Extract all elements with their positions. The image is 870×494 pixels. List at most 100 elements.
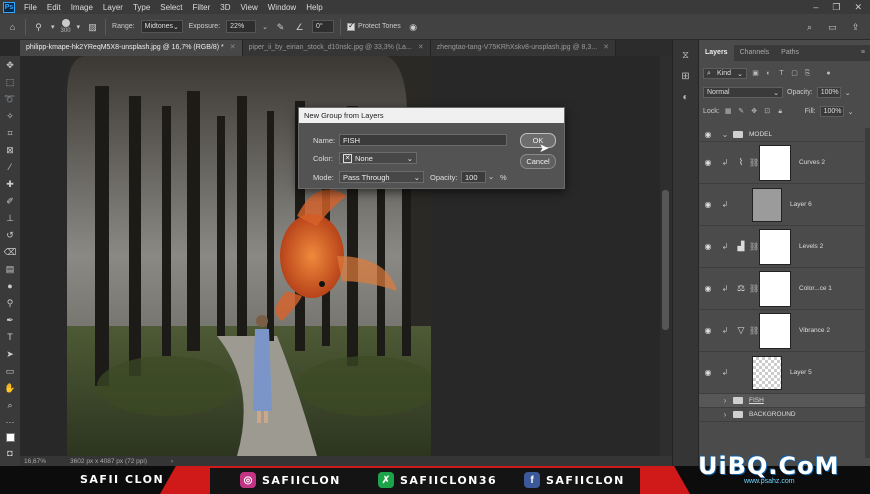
lasso-tool-icon[interactable]: ➰ [4, 93, 17, 105]
smart-object-filter-icon[interactable]: ⎘ [803, 69, 812, 78]
opacity-input[interactable]: 100 [461, 171, 486, 183]
layer-5[interactable]: ◉ ↲ Layer 5 [699, 352, 865, 394]
pixel-filter-icon[interactable]: ▣ [751, 69, 760, 78]
lock-pixels-icon[interactable]: ✎ [737, 107, 746, 116]
color-select[interactable]: ✕ None ⌄ [339, 152, 417, 164]
tab-document-1[interactable]: philipp-kmape-hk2YReqM5X8-unsplash.jpg @… [20, 40, 243, 56]
adjustment-filter-icon[interactable]: ◐ [764, 69, 773, 78]
close-tab-icon[interactable]: ✕ [230, 44, 236, 51]
move-tool-icon[interactable]: ✥ [4, 59, 17, 71]
type-filter-icon[interactable]: T [777, 69, 786, 78]
pen-tool-icon[interactable]: ✒ [4, 314, 17, 326]
tab-document-2[interactable]: piper_ii_by_eirian_stock_d10nslc.jpg @ 3… [242, 40, 431, 56]
exposure-field[interactable]: 22% [226, 20, 257, 33]
fill-field[interactable]: 100% [819, 106, 844, 117]
tab-channels[interactable]: Channels [734, 45, 776, 61]
ok-button[interactable]: OK [520, 133, 556, 148]
layer-group-fish[interactable]: › FISH [699, 394, 865, 408]
brush-tool-icon[interactable]: ✐ [4, 195, 17, 207]
status-chevron-icon[interactable]: › [171, 458, 173, 465]
layer-mask-thumbnail[interactable] [759, 228, 791, 265]
visibility-eye-icon[interactable]: ◉ [699, 200, 717, 209]
history-brush-tool-icon[interactable]: ↺ [4, 229, 17, 241]
history-panel-icon[interactable]: ⧖ [682, 50, 689, 61]
mode-select[interactable]: Pass Through ⌄ [339, 171, 424, 183]
type-tool-icon[interactable]: T [4, 331, 17, 343]
layer-vibrance-2[interactable]: ◉ ↲ ▽ ⛓ Vibrance 2 [699, 310, 865, 352]
dodge-tool-icon[interactable]: ⚲ [32, 21, 45, 33]
layer-thumbnail[interactable] [752, 355, 782, 390]
hand-tool-icon[interactable]: ✋ [4, 382, 17, 394]
quick-mask-icon[interactable]: ◘ [4, 447, 17, 459]
range-select[interactable]: Midtones ⌄ [140, 20, 183, 33]
filter-toggle-icon[interactable]: ● [824, 69, 833, 78]
healing-brush-tool-icon[interactable]: ✚ [4, 178, 17, 190]
lock-transparency-icon[interactable]: ▦ [724, 107, 733, 116]
lock-position-icon[interactable]: ✥ [750, 107, 759, 116]
menu-layer[interactable]: Layer [98, 3, 128, 12]
crop-tool-icon[interactable]: ⌗ [4, 127, 17, 139]
menu-help[interactable]: Help [301, 3, 327, 12]
menu-image[interactable]: Image [66, 3, 98, 12]
visibility-eye-icon[interactable]: ◉ [699, 284, 717, 293]
layers-scrollbar[interactable] [865, 128, 870, 458]
eraser-tool-icon[interactable]: ⌫ [4, 246, 17, 258]
workspace-icon[interactable]: ▭ [826, 21, 839, 33]
clone-stamp-tool-icon[interactable]: ⊥ [4, 212, 17, 224]
tab-document-3[interactable]: zhengtao-tang-V75KRhXskv8-unsplash.jpg @… [430, 40, 616, 56]
menu-view[interactable]: View [236, 3, 263, 12]
kind-filter-select[interactable]: ⌕ Kind ⌄ [703, 68, 747, 79]
visibility-eye-icon[interactable]: ◉ [699, 130, 717, 139]
lock-all-icon[interactable]: 🔒︎ [776, 107, 785, 116]
layer-mask-thumbnail[interactable] [759, 144, 791, 181]
link-chain-icon[interactable]: ⛓ [749, 158, 759, 167]
marquee-tool-icon[interactable]: ⬚ [4, 76, 17, 88]
pressure-size-icon[interactable]: ◉ [407, 21, 420, 33]
brush-settings-icon[interactable]: ▨ [86, 21, 99, 33]
brush-size-picker[interactable]: 300 [61, 19, 71, 34]
eyedropper-tool-icon[interactable]: ⁄ [4, 161, 17, 173]
share-icon[interactable]: ⇪ [849, 21, 862, 33]
quick-select-tool-icon[interactable]: ✧ [4, 110, 17, 122]
visibility-eye-icon[interactable]: ◉ [699, 242, 717, 251]
visibility-eye-icon[interactable]: ◉ [699, 368, 717, 377]
airbrush-icon[interactable]: ✎ [274, 21, 287, 33]
properties-panel-icon[interactable]: ⊞ [681, 71, 689, 82]
panel-menu-icon[interactable]: ≡ [855, 45, 870, 61]
scrollbar-thumb[interactable] [662, 190, 669, 330]
menu-filter[interactable]: Filter [188, 3, 216, 12]
exposure-chevron-icon[interactable]: ⌄ [262, 23, 268, 31]
opacity-chevron-icon[interactable]: ⌄ [488, 172, 494, 181]
frame-tool-icon[interactable]: ⊠ [4, 144, 17, 156]
link-chain-icon[interactable]: ⛓ [749, 326, 759, 335]
dodge-tool-icon[interactable]: ⚲ [4, 297, 17, 309]
minimize-icon[interactable]: – [813, 2, 818, 13]
zoom-level[interactable]: 16,67% [24, 458, 46, 465]
layer-group-background[interactable]: › BACKGROUND [699, 408, 865, 422]
link-chain-icon[interactable]: ⛓ [749, 242, 759, 251]
close-tab-icon[interactable]: ✕ [418, 44, 424, 51]
gradient-tool-icon[interactable]: ▤ [4, 263, 17, 275]
tab-layers[interactable]: Layers [699, 45, 734, 61]
layer-group-model[interactable]: ◉ ⌄ MODEL [699, 128, 865, 142]
visibility-eye-icon[interactable]: ◉ [699, 326, 717, 335]
layer-mask-thumbnail[interactable] [759, 312, 791, 349]
name-input[interactable]: FISH [339, 134, 507, 146]
expand-chevron-icon[interactable]: › [717, 410, 733, 419]
foreground-color-swatch[interactable] [5, 433, 15, 442]
opacity-field[interactable]: 100% [816, 87, 841, 98]
more-tools-icon[interactable]: ··· [4, 416, 17, 428]
menu-file[interactable]: File [19, 3, 42, 12]
lock-artboard-icon[interactable]: ⊡ [763, 107, 772, 116]
protect-tones-checkbox[interactable]: Protect Tones [347, 21, 401, 31]
close-tab-icon[interactable]: ✕ [603, 44, 609, 51]
fill-chevron-icon[interactable]: ⌄ [848, 108, 854, 116]
link-chain-icon[interactable]: ⛓ [749, 284, 759, 293]
tool-preset-chevron-icon[interactable]: ▾ [51, 23, 55, 31]
path-select-tool-icon[interactable]: ➤ [4, 348, 17, 360]
opacity-chevron-icon[interactable]: ⌄ [845, 89, 851, 97]
angle-field[interactable]: 0° [312, 20, 335, 33]
close-icon[interactable]: ✕ [854, 2, 862, 13]
blur-tool-icon[interactable]: ● [4, 280, 17, 292]
layer-mask-thumbnail[interactable] [759, 270, 791, 307]
